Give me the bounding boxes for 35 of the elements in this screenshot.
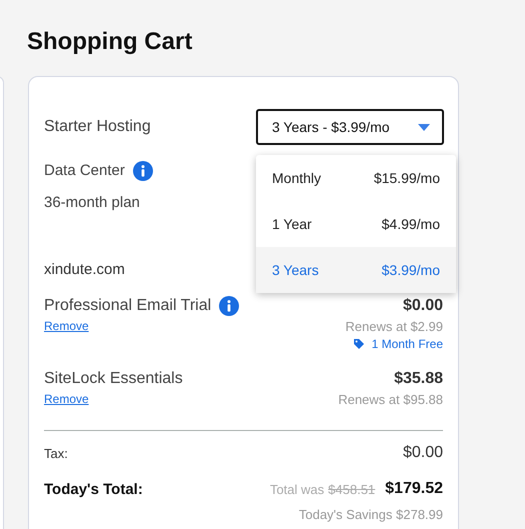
- item-name: SiteLock Essentials: [44, 369, 183, 389]
- option-price: $3.99/mo: [382, 262, 440, 278]
- remove-link[interactable]: Remove: [44, 318, 89, 334]
- savings-label: Today's Savings $278.99: [298, 507, 443, 522]
- total-label: Today's Total:: [44, 480, 143, 498]
- option-label: 3 Years: [272, 262, 319, 278]
- tax-value: $0.00: [402, 444, 443, 462]
- info-icon[interactable]: [132, 161, 153, 181]
- item-price: $0.00: [402, 296, 443, 316]
- previous-total-label: Total was: [270, 482, 324, 496]
- renewal-price: Renews at $95.88: [338, 391, 443, 409]
- dropdown-option[interactable]: 1 Year $4.99/mo: [256, 201, 456, 247]
- term-dropdown[interactable]: 3 Years - $3.99/mo: [256, 109, 444, 145]
- caret-icon: [418, 124, 430, 130]
- page-title: Shopping Cart: [26, 27, 194, 57]
- dropdown-option[interactable]: 3 Years $3.99/mo: [256, 247, 456, 293]
- promo-label: 1 Month Free: [372, 336, 443, 352]
- renewal-price: Renews at $2.99: [345, 318, 443, 336]
- tax-label: Tax:: [44, 446, 68, 460]
- domain-name: xindute.com: [44, 260, 125, 280]
- remove-link[interactable]: Remove: [44, 391, 89, 407]
- option-price: $4.99/mo: [382, 216, 440, 232]
- dropdown-option[interactable]: Monthly $15.99/mo: [256, 155, 456, 201]
- option-label: Monthly: [272, 170, 322, 186]
- item-name: Professional Email Trial: [44, 296, 212, 316]
- tag-icon: [354, 339, 364, 349]
- product-name: Starter Hosting: [44, 118, 151, 136]
- info-icon[interactable]: [219, 296, 240, 316]
- total-value: $179.52: [385, 480, 443, 498]
- option-label: 1 Year: [272, 216, 312, 232]
- item-price: $35.88: [394, 369, 443, 389]
- previous-total: $458.51: [328, 482, 376, 496]
- plan-label: 36-month plan: [44, 193, 140, 213]
- data-center-label: Data Center: [44, 161, 125, 181]
- option-price: $15.99/mo: [374, 170, 440, 186]
